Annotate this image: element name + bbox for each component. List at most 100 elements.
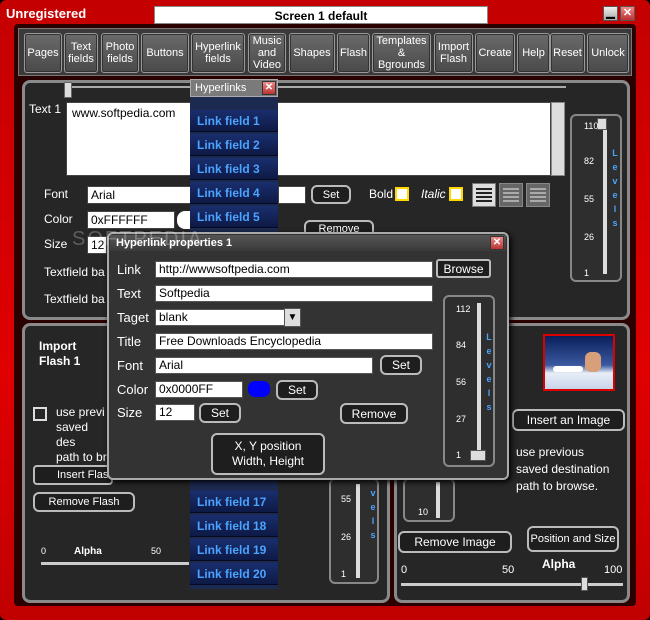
toolbar-button[interactable]: Templates & Bgrounds [372, 33, 431, 73]
dialog-link-label: Link [117, 262, 141, 277]
remove-flash-button[interactable]: Remove Flash [33, 492, 135, 512]
dialog-levels-handle[interactable] [470, 450, 486, 461]
color-swatch[interactable] [177, 211, 191, 229]
dialog-target-select[interactable]: blank [155, 309, 285, 326]
width-slider-handle[interactable] [64, 82, 72, 98]
image-levels-slider[interactable] [403, 478, 455, 522]
toolbar-button[interactable]: Create [475, 33, 515, 73]
dialog-color-swatch[interactable] [248, 381, 270, 397]
hyperlink-list-item[interactable]: Link field 5 [190, 206, 278, 228]
tick-label: 84 [456, 340, 467, 350]
toolbar-button[interactable]: Buttons [141, 33, 189, 73]
text-field-input[interactable]: www.softpedia.com [66, 102, 551, 176]
chevron-down-icon[interactable]: ▼ [284, 308, 301, 327]
dialog-font-input[interactable]: Arial [155, 357, 373, 374]
toolbar-button[interactable]: Help [517, 33, 550, 73]
dialog-size-set-button[interactable]: Set [199, 403, 241, 423]
tick-label: 26 [584, 232, 595, 242]
toolbar-button[interactable]: Shapes [289, 33, 335, 73]
toolbar-button[interactable]: Text fields [64, 33, 98, 73]
tick-label: 55 [341, 494, 352, 504]
toolbar-button[interactable]: Pages [24, 33, 62, 73]
tick-label: 112 [456, 304, 471, 314]
tick-label: 26 [341, 532, 352, 542]
hyperlinks-close-icon[interactable]: ✕ [262, 81, 276, 95]
color-label: Color [44, 212, 73, 226]
textfield-bg-label-1: Textfield ba [44, 265, 105, 279]
screen-selector[interactable]: Screen 1 default [154, 6, 488, 24]
window-title: Unregistered [6, 6, 87, 21]
toolbar-button[interactable]: Import Flash [434, 33, 473, 73]
width-slider[interactable] [66, 86, 566, 94]
watermark: SOFTPEDIA [72, 228, 204, 250]
alpha-tick: 50 [502, 564, 515, 576]
insert-image-button[interactable]: Insert an Image [512, 409, 625, 431]
toolbar-button[interactable]: Hyperlink fields [191, 33, 245, 73]
tick-label: 27 [456, 414, 467, 424]
font-set-button[interactable]: Set [311, 185, 351, 204]
dialog-font-set-button[interactable]: Set [380, 355, 422, 375]
levels-label: Levels [486, 332, 492, 412]
bold-checkbox[interactable] [395, 187, 409, 201]
textfield-bg-label-2: Textfield ba [44, 292, 105, 306]
image-use-previous-text: use previous saved destination path to b… [516, 445, 610, 493]
tick-label: 10 [418, 507, 429, 517]
dialog-text-input[interactable]: Softpedia [155, 285, 433, 302]
dialog-position-button[interactable]: X, Y position Width, Height [211, 433, 325, 475]
toolbar-button[interactable]: Music and Video [248, 33, 286, 73]
hyperlink-list-item[interactable]: Link field 4 [190, 182, 278, 204]
image-alpha-slider[interactable] [401, 583, 623, 586]
dialog-title-label: Title [117, 334, 142, 349]
position-size-button[interactable]: Position and Size [527, 526, 619, 552]
text-levels-handle[interactable] [597, 118, 607, 130]
insert-flash-button[interactable]: Insert Flas [33, 465, 113, 485]
tick-label: 82 [584, 156, 595, 166]
close-icon[interactable]: ✕ [620, 6, 635, 21]
image-alpha-label: Alpha [542, 557, 576, 571]
font-label: Font [44, 187, 69, 201]
font-input[interactable]: Arial [87, 186, 191, 204]
text-levels-track [603, 122, 607, 274]
italic-label: Italic [421, 187, 446, 201]
hyperlink-list-item[interactable]: Link field 19 [190, 539, 278, 561]
flash-use-previous-checkbox[interactable] [33, 407, 47, 421]
dialog-link-input[interactable]: http://wwwsoftpedia.com [155, 261, 433, 278]
tick-label: 110 [584, 121, 599, 131]
hyperlink-list-item[interactable]: Link field 1 [190, 110, 278, 132]
hyperlink-list-item[interactable]: Link field 3 [190, 158, 278, 180]
dialog-color-input[interactable]: 0x0000FF [155, 381, 243, 398]
font-input-tail[interactable] [278, 186, 306, 204]
dialog-size-label: Size [117, 405, 143, 420]
dialog-color-set-button[interactable]: Set [276, 380, 318, 400]
dialog-levels-track [477, 303, 481, 459]
image-alpha-handle[interactable] [581, 577, 588, 591]
align-right-icon[interactable] [526, 183, 550, 207]
text-scrollbar[interactable] [551, 102, 565, 176]
flash-alpha-label: Alpha [74, 546, 102, 557]
italic-checkbox[interactable] [449, 187, 463, 201]
color-input[interactable]: 0xFFFFFF [87, 211, 175, 229]
flash-alpha-slider[interactable] [41, 562, 189, 565]
dialog-size-input[interactable]: 12 [155, 404, 195, 421]
dialog-browse-button[interactable]: Browse [436, 259, 491, 278]
levels-label: vels [370, 488, 376, 540]
toolbar-button[interactable]: Flash [337, 33, 370, 73]
minimize-icon[interactable]: ▁ [603, 6, 618, 21]
hyperlink-list-item[interactable]: Link field 20 [190, 563, 278, 585]
tick-label: 1 [341, 569, 347, 579]
dialog-remove-button[interactable]: Remove [340, 403, 408, 424]
hyperlink-list-item[interactable]: Link field 2 [190, 134, 278, 156]
tick-label: 55 [584, 194, 595, 204]
toolbar-button[interactable]: Reset [550, 33, 585, 73]
remove-image-button[interactable]: Remove Image [398, 531, 512, 553]
align-center-icon[interactable] [499, 183, 523, 207]
hyperlink-list-item[interactable]: Link field 18 [190, 515, 278, 537]
toolbar-button[interactable]: Photo fields [101, 33, 139, 73]
toolbar-button[interactable]: Unlock [587, 33, 629, 73]
dialog-close-icon[interactable]: ✕ [490, 236, 504, 250]
hyperlink-list-item[interactable]: Link field 17 [190, 491, 278, 513]
dialog-font-label: Font [117, 358, 144, 373]
align-left-icon[interactable] [472, 183, 496, 207]
dialog-title-input[interactable]: Free Downloads Encyclopedia [155, 333, 433, 350]
image-thumbnail[interactable] [543, 334, 615, 391]
